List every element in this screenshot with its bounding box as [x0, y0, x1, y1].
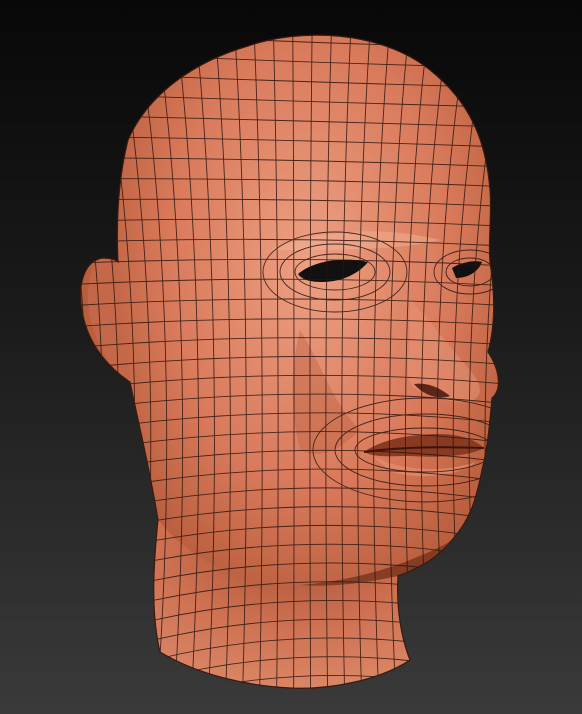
mesh-edge	[80, 35, 88, 689]
sculpt-viewport[interactable]	[0, 0, 582, 714]
mesh-edge	[19, 20, 71, 700]
mesh-edge	[517, 20, 566, 700]
mesh-edge	[501, 20, 547, 700]
head-model-icon[interactable]	[0, 0, 582, 714]
mesh-edge	[80, 35, 104, 689]
mesh-edge	[533, 20, 582, 700]
mesh-edge	[60, 0, 540, 9]
mesh-edge	[60, 9, 540, 29]
